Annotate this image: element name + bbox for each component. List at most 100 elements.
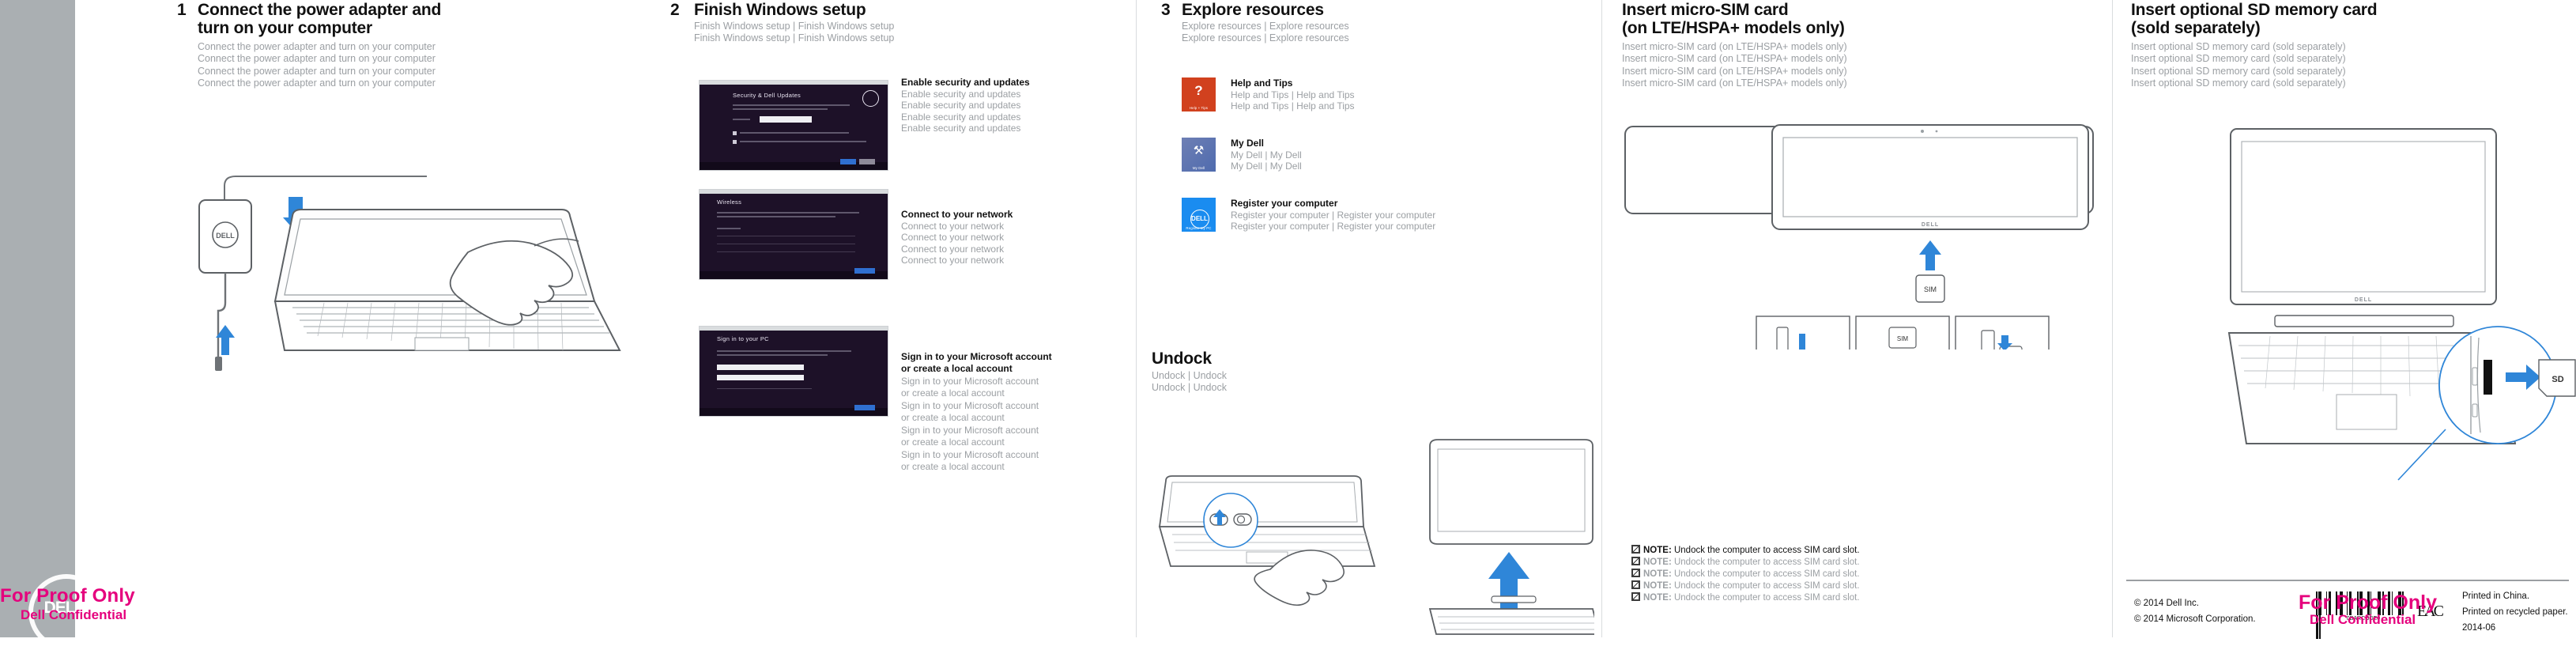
note-text-1: Undock the computer to access SIM card s…: [1673, 546, 1860, 555]
caption-enable-security-1: Enable security and updates: [901, 88, 1021, 100]
column-3-explore-resources: 3 Explore resources Explore resources | …: [1136, 0, 1601, 637]
sd-sub-1: Insert optional SD memory card (sold sep…: [2131, 41, 2346, 52]
undock-illustration: [1152, 427, 1594, 641]
caption-register-2: Register your computer | Register your c…: [1231, 221, 1436, 232]
svg-text:DELL: DELL: [2355, 297, 2372, 303]
step3-title: Explore resources: [1182, 1, 1324, 19]
svg-text:DELL: DELL: [1922, 222, 1939, 228]
caption-signin-3a: Sign in to your Microsoft account: [901, 425, 1039, 436]
svg-text:DELL: DELL: [216, 232, 235, 240]
caption-signin-title-line2: or create a local account: [901, 362, 1013, 374]
note-prefix: NOTE:: [1643, 546, 1672, 555]
caption-connect-network-2: Connect to your network: [901, 232, 1005, 243]
sd-sub-4: Insert optional SD memory card (sold sep…: [2131, 77, 2346, 89]
note-pencil-icon: [1631, 545, 1640, 554]
laptop-sd-illustration: DELL SD: [2120, 123, 2576, 534]
sim-title-line2: (on LTE/HSPA+ models only): [1622, 19, 1845, 37]
caption-help-tips-2: Help and Tips | Help and Tips: [1231, 100, 1355, 111]
note-text-5: Undock the computer to access SIM card s…: [1673, 593, 1860, 603]
caption-my-dell-title: My Dell: [1231, 138, 1265, 149]
screenshot-topbar: [700, 190, 888, 194]
svg-text:SIM: SIM: [1897, 335, 1909, 342]
sd-sub-2: Insert optional SD memory card (sold sep…: [2131, 53, 2346, 65]
sd-title-line1: Insert optional SD memory card: [2131, 1, 2378, 19]
copyright-microsoft: © 2014 Microsoft Corporation.: [2134, 614, 2256, 624]
tile-label: Help + Tips: [1189, 106, 1209, 110]
caption-signin-1b: or create a local account: [901, 387, 1005, 399]
note-pencil-icon: [1631, 569, 1640, 577]
step2-sub-1: Finish Windows setup | Finish Windows se…: [694, 21, 895, 32]
caption-signin-1a: Sign in to your Microsoft account: [901, 376, 1039, 387]
caption-connect-network-title: Connect to your network: [901, 209, 1013, 220]
date-code: 2014-06: [2462, 623, 2496, 633]
note-prefix: NOTE:: [1643, 569, 1672, 579]
caption-signin-title-line1: Sign in to your Microsoft account: [901, 351, 1052, 362]
tablet-device: DELL: [1622, 120, 2096, 234]
footer-rule: [2126, 580, 2569, 581]
column-1-connect-power: 1 Connect the power adapter and turn on …: [0, 0, 664, 637]
column-4-insert-sim-card: Insert micro-SIM card (on LTE/HSPA+ mode…: [1601, 0, 2112, 637]
caption-signin-4a: Sign in to your Microsoft account: [901, 449, 1039, 460]
caption-connect-network-1: Connect to your network: [901, 220, 1005, 232]
tile-help-and-tips[interactable]: ? Help + Tips: [1182, 77, 1216, 111]
sim-sub-2: Insert micro-SIM card (on LTE/HSPA+ mode…: [1622, 53, 1847, 65]
tile-my-dell[interactable]: ⚒ My Dell: [1182, 138, 1216, 172]
caption-help-tips-title: Help and Tips: [1231, 77, 1293, 89]
screenshot-input-field: [717, 375, 804, 380]
step2-title: Finish Windows setup: [694, 1, 866, 19]
screenshot-input-field: [717, 365, 804, 370]
note-prefix: NOTE:: [1643, 557, 1672, 567]
note-text-3: Undock the computer to access SIM card s…: [1673, 569, 1860, 579]
dell-confidential-overlay: Dell Confidential: [2310, 612, 2416, 627]
svg-text:SIM: SIM: [1924, 285, 1937, 293]
note-pencil-icon: [1631, 580, 1640, 589]
question-mark-icon: ?: [1194, 83, 1203, 98]
step-number-3: 3: [1161, 1, 1171, 19]
caption-enable-security-title: Enable security and updates: [901, 77, 1030, 88]
printed-recycled: Printed on recycled paper.: [2462, 607, 2568, 617]
caption-connect-network-3: Connect to your network: [901, 243, 1005, 255]
caption-help-tips-1: Help and Tips | Help and Tips: [1231, 89, 1355, 100]
dell-logo-icon: [862, 90, 879, 107]
note-pencil-icon: [1631, 557, 1640, 565]
step1-sub-1: Connect the power adapter and turn on yo…: [198, 41, 436, 52]
screenshot-wireless: Wireless: [699, 189, 888, 280]
screenshot-title: Sign in to your PC: [717, 335, 769, 342]
caption-enable-security-3: Enable security and updates: [901, 111, 1021, 123]
step1-title-line1: Connect the power adapter and: [198, 1, 442, 19]
tile-register-my-pc[interactable]: DELL Register My PC: [1182, 198, 1216, 232]
step3-sub-1: Explore resources | Explore resources: [1182, 21, 1349, 32]
note-prefix: NOTE:: [1643, 581, 1672, 591]
caption-signin-2b: or create a local account: [901, 411, 1005, 423]
caption-signin-2a: Sign in to your Microsoft account: [901, 400, 1039, 411]
copyright-dell: © 2014 Dell Inc.: [2134, 599, 2199, 608]
screenshot-input-field: [760, 116, 812, 123]
screenshot-security-updates: Security & Dell Updates: [699, 80, 888, 171]
sim-sub-1: Insert micro-SIM card (on LTE/HSPA+ mode…: [1622, 41, 1847, 52]
note-prefix: NOTE:: [1643, 593, 1672, 603]
sim-title-line1: Insert micro-SIM card: [1622, 1, 1789, 19]
caption-my-dell-2: My Dell | My Dell: [1231, 161, 1302, 172]
undock-sub-2: Undock | Undock: [1152, 382, 1227, 394]
wrench-icon: ⚒: [1193, 144, 1205, 157]
laptop-power-adapter-illustration: DELL: [190, 170, 632, 376]
caption-my-dell-1: My Dell | My Dell: [1231, 149, 1302, 161]
note-pencil-icon: [1631, 592, 1640, 601]
caption-enable-security-4: Enable security and updates: [901, 123, 1021, 134]
step1-sub-4: Connect the power adapter and turn on yo…: [198, 77, 436, 89]
step1-title-line2: turn on your computer: [198, 19, 372, 37]
column-5-insert-sd-card: Insert optional SD memory card (sold sep…: [2112, 0, 2576, 637]
note-text-2: Undock the computer to access SIM card s…: [1673, 557, 1860, 567]
svg-text:SD: SD: [2551, 375, 2563, 384]
caption-register-title: Register your computer: [1231, 198, 1338, 209]
screenshot-title: Security & Dell Updates: [733, 92, 801, 99]
tile-label: My Dell: [1192, 166, 1205, 170]
screenshot-title: Wireless: [717, 198, 742, 206]
sim-sub-3: Insert micro-SIM card (on LTE/HSPA+ mode…: [1622, 65, 1847, 77]
undock-sub-1: Undock | Undock: [1152, 370, 1227, 381]
tile-label: Register My PC: [1186, 226, 1212, 230]
sd-sub-3: Insert optional SD memory card (sold sep…: [2131, 65, 2346, 77]
step-number-1: 1: [177, 1, 187, 19]
sim-sub-4: Insert micro-SIM card (on LTE/HSPA+ mode…: [1622, 77, 1847, 89]
sd-title-line2: (sold separately): [2131, 19, 2261, 37]
